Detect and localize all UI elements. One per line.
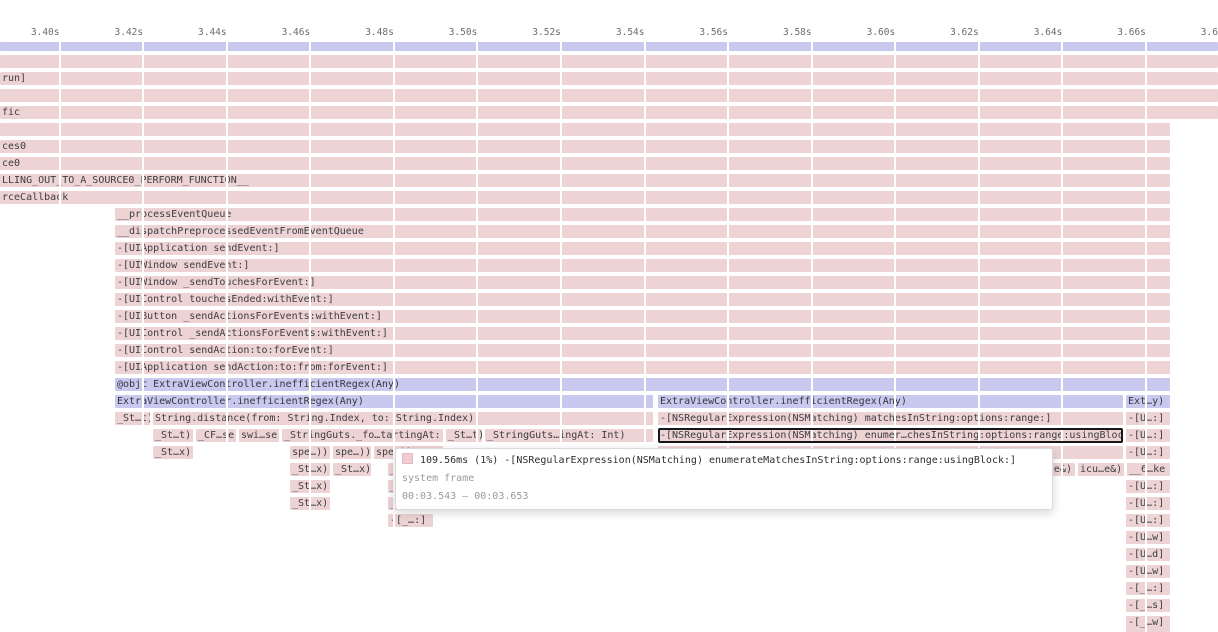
time-label: 3.48s xyxy=(365,27,394,38)
time-label: 3.60s xyxy=(867,27,896,38)
flame-bar[interactable]: __6…ke xyxy=(1127,463,1170,476)
flame-bar[interactable]: _StringGuts…ingAt: Int) xyxy=(485,429,653,442)
time-label: 3.42s xyxy=(115,27,144,38)
flame-bar[interactable]: ce0 xyxy=(0,157,1170,170)
flame-bar[interactable]: ExtraViewController.inefficientRegex(Any… xyxy=(115,395,653,408)
flame-bar[interactable]: -[U…w] xyxy=(1126,565,1170,578)
time-label: 3.62s xyxy=(950,27,979,38)
time-label: 3.66s xyxy=(1117,27,1146,38)
flame-bar[interactable]: fic xyxy=(0,106,1218,119)
frame-color-swatch-icon xyxy=(402,453,413,464)
tooltip-title-row: 109.56ms (1%) -[NSRegularExpression(NSMa… xyxy=(402,452,1042,470)
tooltip-frame-kind: system frame xyxy=(402,470,1042,488)
grid-tick-gap xyxy=(644,42,646,632)
grid-tick-gap xyxy=(309,42,311,632)
flame-bar[interactable]: rceCallback xyxy=(0,191,1170,204)
tooltip-time-range: 00:03.543 — 00:03.653 xyxy=(402,488,1042,506)
grid-tick-gap xyxy=(1145,42,1147,632)
flame-bar[interactable]: swi…se xyxy=(239,429,279,442)
flame-bar[interactable]: LLING_OUT_TO_A_SOURCE0_PERFORM_FUNCTION_… xyxy=(0,174,1170,187)
time-label: 3.40s xyxy=(31,27,60,38)
flame-bar[interactable]: -[UIWindow _sendTouchesForEvent:] xyxy=(115,276,1170,289)
flame-bar[interactable] xyxy=(0,42,1218,51)
grid-tick-gap xyxy=(894,42,896,632)
flame-bar[interactable]: ces0 xyxy=(0,140,1170,153)
flame-bar[interactable]: _St…x) xyxy=(333,463,371,476)
flame-bar[interactable]: _CF…se xyxy=(196,429,236,442)
grid-tick-gap xyxy=(59,42,61,632)
grid-tick-gap xyxy=(978,42,980,632)
flame-bar[interactable]: -[_…w] xyxy=(1126,616,1170,629)
time-label: 3.50s xyxy=(449,27,478,38)
flame-bar[interactable]: @objc ExtraViewController.inefficientReg… xyxy=(115,378,1170,391)
flame-bar[interactable]: Ext…y) xyxy=(1126,395,1170,408)
flame-bar[interactable]: -[UIControl _sendActionsForEvents:withEv… xyxy=(115,327,1170,340)
flame-bar[interactable]: -[UIWindow sendEvent:] xyxy=(115,259,1170,272)
flame-bar[interactable]: _St…x) xyxy=(153,446,193,459)
grid-tick-gap xyxy=(476,42,478,632)
flame-bar[interactable]: String.distance(from: String.Index, to: … xyxy=(153,412,653,425)
flame-bar[interactable]: -[U…:] xyxy=(1126,480,1170,493)
time-label: 3.58s xyxy=(783,27,812,38)
flame-bar[interactable]: spe…)) xyxy=(333,446,371,459)
flame-bar[interactable]: -[U…:] xyxy=(1126,429,1170,442)
flame-bar[interactable]: __dispatchPreprocessedEventFromEventQueu… xyxy=(115,225,1170,238)
flame-bar[interactable]: -[_…s] xyxy=(1126,599,1170,612)
flame-bar[interactable]: -[UIApplication sendEvent:] xyxy=(115,242,1170,255)
frame-tooltip: 109.56ms (1%) -[NSRegularExpression(NSMa… xyxy=(395,448,1053,510)
flame-bar[interactable]: icu…e&) xyxy=(1078,463,1124,476)
grid-tick-gap xyxy=(811,42,813,632)
flame-bar[interactable]: -[_…:] xyxy=(1126,582,1170,595)
grid-tick-gap xyxy=(393,42,395,632)
time-label: 3.64s xyxy=(1034,27,1063,38)
flame-bar[interactable] xyxy=(0,89,1218,102)
flame-bar[interactable]: -[U…:] xyxy=(1126,497,1170,510)
flame-bar[interactable]: -[U…:] xyxy=(1126,446,1170,459)
flame-bar[interactable]: _StringGuts._fo…tartingAt: Int) xyxy=(282,429,443,442)
time-label: 3.52s xyxy=(532,27,561,38)
time-label: 3.68s xyxy=(1201,27,1218,38)
time-label: 3.46s xyxy=(282,27,311,38)
flame-bar[interactable]: -[UIButton _sendActionsForEvents:withEve… xyxy=(115,310,1170,323)
flame-bar[interactable]: _St…t) xyxy=(115,412,150,425)
flame-bar[interactable]: -[U…d] xyxy=(1126,548,1170,561)
time-label: 3.44s xyxy=(198,27,227,38)
flame-bar[interactable]: -[U…:] xyxy=(1126,412,1170,425)
time-label: 3.56s xyxy=(699,27,728,38)
flame-bar[interactable]: __processEventQueue xyxy=(115,208,1170,221)
grid-tick-gap xyxy=(560,42,562,632)
grid-tick-gap xyxy=(142,42,144,632)
flame-bar[interactable] xyxy=(0,123,1170,136)
tooltip-duration-title: 109.56ms (1%) -[NSRegularExpression(NSMa… xyxy=(420,455,1016,466)
flame-bar[interactable]: -[UIControl touchesEnded:withEvent:] xyxy=(115,293,1170,306)
grid-tick-gap xyxy=(1061,42,1063,632)
flame-bar[interactable]: -[U…w] xyxy=(1126,531,1170,544)
flame-bar[interactable]: -[UIControl sendAction:to:forEvent:] xyxy=(115,344,1170,357)
flame-bar[interactable]: run] xyxy=(0,72,1218,85)
grid-tick-gap xyxy=(727,42,729,632)
time-label: 3.54s xyxy=(616,27,645,38)
flame-bar[interactable]: _St…t) xyxy=(153,429,193,442)
flame-bar[interactable] xyxy=(0,55,1218,68)
grid-tick-gap xyxy=(226,42,228,632)
flame-bar[interactable]: -[U…:] xyxy=(1126,514,1170,527)
flame-bar[interactable]: -[UIApplication sendAction:to:from:forEv… xyxy=(115,361,1170,374)
